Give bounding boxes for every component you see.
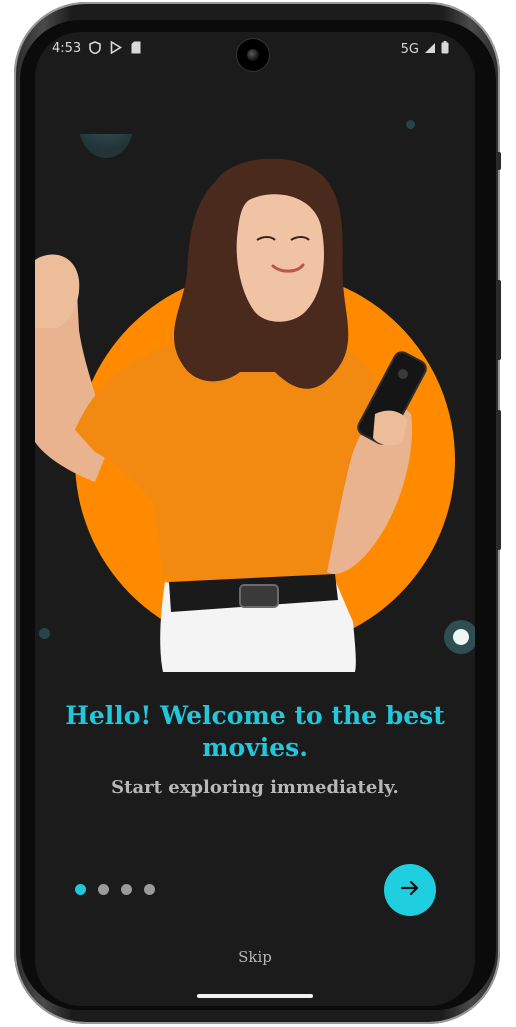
- app-screen: 4:53 5G Hello! Welcome to the best movie…: [35, 32, 475, 1006]
- onboarding-subtitle: Start exploring immediately.: [111, 777, 399, 798]
- page-indicator: [75, 884, 155, 895]
- page-dot-3[interactable]: [121, 884, 132, 895]
- status-icons-left: [89, 40, 141, 58]
- play-store-icon: [110, 40, 123, 58]
- hero-hand: [373, 410, 407, 446]
- hero-face: [236, 194, 324, 322]
- next-button[interactable]: [384, 864, 436, 916]
- sim-card-icon: [131, 41, 141, 58]
- skip-button[interactable]: Skip: [205, 948, 305, 966]
- decor-bubble-top-left: [79, 134, 133, 158]
- hero-belt-buckle: [239, 584, 279, 608]
- phone-side-button: [496, 152, 501, 170]
- phone-power-button: [496, 410, 501, 550]
- onboarding-title: Hello! Welcome to the best movies.: [65, 701, 445, 762]
- status-time: 4:53: [52, 41, 82, 56]
- page-dot-1[interactable]: [75, 884, 86, 895]
- shield-icon: [89, 41, 101, 58]
- status-bar: 4:53 5G: [35, 32, 475, 71]
- battery-icon: [441, 41, 449, 58]
- front-camera: [237, 39, 269, 71]
- phone-volume-button: [496, 280, 501, 360]
- page-dot-4[interactable]: [144, 884, 155, 895]
- decor-dot-top-right: [406, 120, 415, 129]
- network-label: 5G: [400, 42, 419, 57]
- page-dot-2[interactable]: [98, 884, 109, 895]
- status-icons-right: 5G: [401, 41, 449, 58]
- home-indicator[interactable]: [197, 994, 313, 998]
- arrow-right-icon: [399, 877, 421, 903]
- hero-illustration: [35, 158, 455, 672]
- signal-icon: [424, 42, 436, 58]
- hero-phone-camera: [398, 369, 408, 379]
